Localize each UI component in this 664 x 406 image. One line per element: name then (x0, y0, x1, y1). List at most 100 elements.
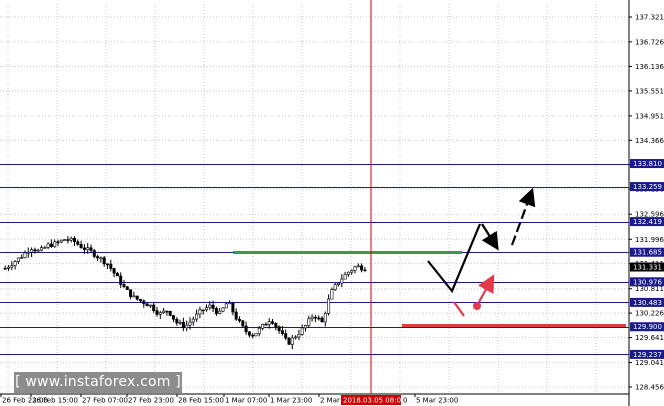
candle-body (76, 241, 80, 245)
black-arrow-down (481, 223, 499, 251)
y-tick-label: 128.456 (635, 384, 664, 392)
candle-body (214, 308, 218, 314)
candle-body (20, 257, 24, 259)
candle-body (26, 251, 30, 254)
candle-body (109, 263, 113, 269)
candle-body (185, 324, 189, 329)
candle-body (106, 263, 110, 266)
candle-body (340, 278, 344, 284)
candle-body (43, 247, 47, 249)
candle-body (99, 257, 103, 260)
y-tick-label: 129.041 (635, 359, 664, 367)
candle-body (280, 330, 284, 334)
candle-body (16, 257, 20, 262)
candle-body (274, 323, 278, 327)
candle-body (346, 271, 350, 275)
candle-body (284, 333, 288, 339)
candle-body (145, 303, 149, 307)
candle-body (224, 303, 228, 309)
candle-body (188, 321, 192, 326)
candle-body (360, 265, 364, 271)
candle-body (234, 311, 238, 320)
candle-body (92, 250, 96, 257)
y-tick-label: 136.726 (635, 38, 664, 46)
candle-body (267, 321, 271, 325)
candle-body (178, 321, 182, 324)
candle-body (254, 333, 258, 337)
level-price-label: 130.976 (633, 278, 662, 286)
candle-body (208, 304, 212, 308)
candle-body (195, 313, 199, 320)
candle-body (238, 318, 242, 322)
candle-body (317, 317, 321, 320)
candle-body (221, 307, 225, 312)
x-tick-label: 27 Feb 23:00 (128, 397, 174, 405)
candle-body (201, 309, 205, 312)
red-forecast-line (453, 301, 465, 317)
candle-body (162, 310, 166, 313)
red-arrow-up (478, 274, 495, 303)
y-tick-label: 134.951 (635, 112, 664, 120)
candle-body (191, 318, 195, 323)
candle-body (86, 247, 90, 250)
level-price-label: 133.810 (633, 160, 662, 168)
time-axis: 26 Feb 23:0026 Feb 15:00 27 Feb 07:00 27 F… (0, 394, 458, 405)
candle-body (30, 249, 34, 253)
candle-body (129, 289, 133, 297)
price-axis: 137.321 136.726 136.136 135.551 134.951 134.3… (629, 14, 664, 392)
candle-body (49, 243, 53, 247)
candle-body (211, 304, 215, 309)
cursor-time-label: 2018.03.05 08:00 (343, 397, 405, 405)
candle-body (172, 315, 176, 320)
candle-body (142, 300, 146, 305)
candle-body (102, 257, 106, 265)
candle-body (231, 302, 235, 313)
y-tick-label: 136.136 (635, 63, 664, 71)
grid (0, 0, 630, 406)
candle-body (89, 247, 93, 251)
candle-body (350, 270, 354, 273)
candle-body (13, 261, 17, 266)
candle-body (96, 256, 100, 259)
candle-body (7, 266, 11, 269)
candle-body (155, 310, 159, 315)
candle-body (343, 274, 347, 280)
candle-body (218, 310, 222, 314)
candle-body (33, 249, 37, 252)
candle-body (294, 336, 298, 339)
candle-body (241, 320, 245, 327)
candle-body (139, 298, 143, 302)
candle-body (82, 247, 86, 250)
candle-body (205, 307, 209, 311)
candle-body (330, 289, 334, 300)
candle-body (66, 239, 70, 241)
candle-body (36, 249, 40, 252)
x-tick-label: 28 Feb 15:00 (178, 397, 224, 405)
candle-body (300, 327, 304, 335)
candle-body (79, 244, 83, 249)
candle-body (313, 316, 317, 319)
candle-body (132, 295, 136, 298)
candle-body (125, 286, 129, 290)
candle-body (135, 295, 139, 300)
candle-body (264, 323, 268, 326)
x-tick-label: 5 Mar 23:00 (416, 397, 458, 405)
candle-body (333, 284, 337, 290)
y-tick-label: 135.551 (635, 87, 664, 95)
x-tick-label: 26 Feb 15:00 (32, 397, 78, 405)
forecast-arrows (427, 187, 536, 317)
candle-body (122, 284, 126, 288)
candle-body (115, 272, 119, 277)
candle-body (3, 267, 7, 270)
candle-body (46, 243, 50, 248)
candle-body (363, 269, 367, 272)
level-price-label: 129.900 (633, 323, 662, 331)
candle-body (119, 275, 123, 285)
candle-body (152, 304, 156, 311)
current-price-label: 131.331 (633, 264, 662, 272)
level-price-label: 129.237 (633, 351, 662, 359)
y-tick-label: 130.811 (635, 285, 664, 293)
candle-body (158, 312, 162, 315)
x-tick-label: 1 Mar 23:00 (270, 397, 312, 405)
candle-body (181, 321, 185, 329)
